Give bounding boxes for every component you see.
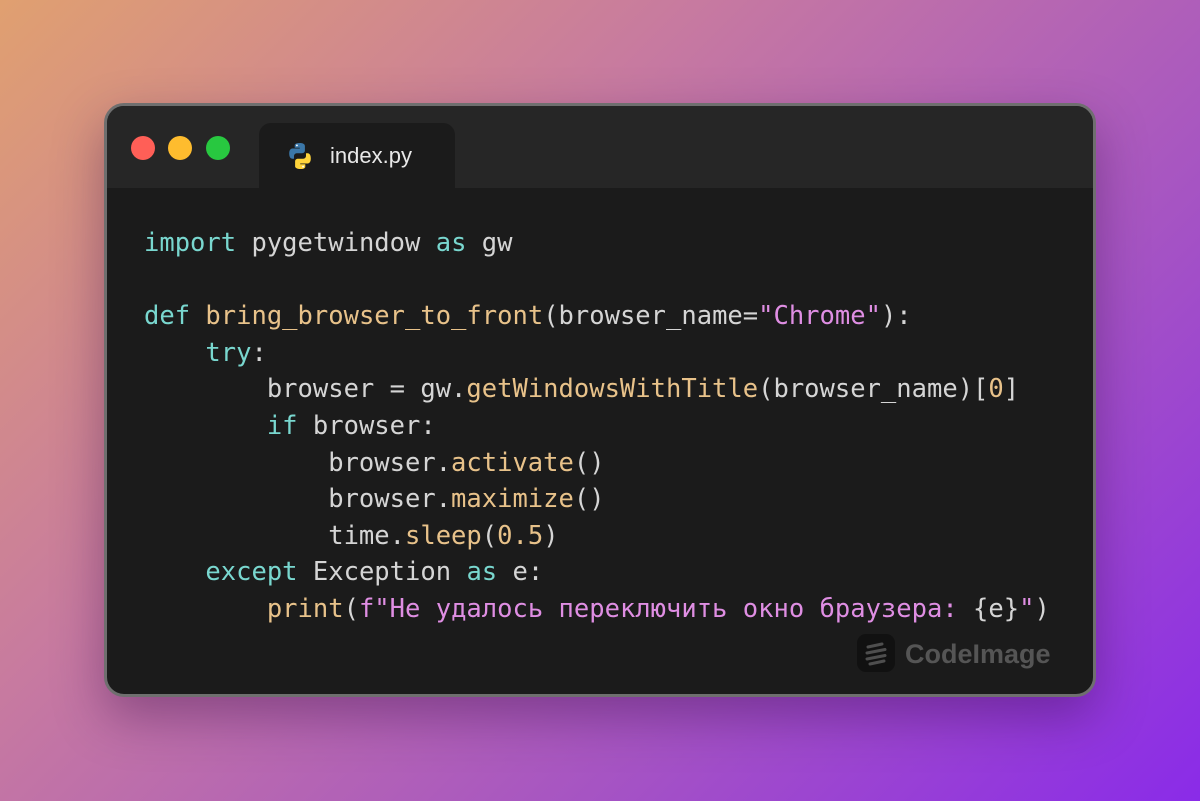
code-token: {e} <box>973 593 1020 624</box>
code-token: ): <box>880 301 912 332</box>
code-token: () <box>573 447 605 478</box>
code-token: Exception <box>297 557 467 588</box>
code-token: () <box>573 484 605 515</box>
code-token: e: <box>497 557 544 588</box>
code-window: index.py import pygetwindow as gw def bri… <box>104 103 1096 697</box>
code-line: browser = gw.getWindowsWithTitle(browser… <box>144 371 1050 408</box>
code-token: (browser_name= <box>543 301 759 332</box>
code-token: try <box>205 337 252 368</box>
code-token: bring_browser_to_front <box>205 301 544 332</box>
title-bar: index.py <box>107 106 1093 188</box>
code-line: import pygetwindow as gw <box>144 225 1050 262</box>
code-token: 0 <box>988 374 1004 405</box>
code-token: def <box>144 301 191 332</box>
code-token: f"Не удалось переключить окно браузера: <box>358 593 974 624</box>
code-token: except <box>205 557 298 588</box>
code-token: import <box>144 228 237 258</box>
code-token: gw <box>466 228 513 258</box>
file-tab[interactable]: index.py <box>259 123 455 188</box>
code-line: print(f"Не удалось переключить окно брау… <box>144 591 1050 628</box>
code-line: browser.maximize() <box>144 481 1050 518</box>
code-token: browser: <box>297 410 436 441</box>
code-token: sleep <box>405 520 482 551</box>
code-token: (browser_name)[ <box>758 374 989 405</box>
code-token: time. <box>144 520 405 551</box>
code-token: pygetwindow <box>236 228 436 258</box>
code-token: ] <box>1003 374 1020 405</box>
code-token: getWindowsWithTitle <box>466 374 759 405</box>
codeimage-logo-icon <box>857 634 895 672</box>
code-area[interactable]: import pygetwindow as gw def bring_browse… <box>144 225 1050 628</box>
code-token: ) <box>543 520 559 551</box>
code-token: "Chrome" <box>758 301 881 332</box>
code-token: : <box>251 337 267 368</box>
maximize-button[interactable] <box>206 136 230 160</box>
code-token: activate <box>451 447 574 478</box>
code-token: ( <box>343 593 359 624</box>
code-token: print <box>266 593 344 624</box>
close-button[interactable] <box>131 136 155 160</box>
code-line: def bring_browser_to_front(browser_name=… <box>144 298 1050 335</box>
code-token: 0.5 <box>497 520 544 551</box>
code-token: browser = gw. <box>144 374 467 405</box>
tab-filename: index.py <box>330 143 412 168</box>
code-token: browser. <box>144 447 452 478</box>
python-logo-icon <box>285 141 315 171</box>
minimize-button[interactable] <box>168 136 192 160</box>
code-token: as <box>435 228 467 258</box>
code-token: ( <box>481 520 498 551</box>
code-token: as <box>466 557 498 588</box>
code-token: if <box>266 410 298 441</box>
code-line: try: <box>144 335 1050 372</box>
code-line: except Exception as e: <box>144 554 1050 591</box>
code-line: if browser: <box>144 408 1050 445</box>
code-token: browser. <box>144 484 452 515</box>
code-token: " <box>1019 593 1035 624</box>
code-token: maximize <box>451 484 574 515</box>
code-line: time.sleep(0.5) <box>144 518 1050 555</box>
code-token: ) <box>1034 593 1050 624</box>
code-line: browser.activate() <box>144 445 1050 482</box>
watermark-text: CodeImage <box>905 639 1051 669</box>
